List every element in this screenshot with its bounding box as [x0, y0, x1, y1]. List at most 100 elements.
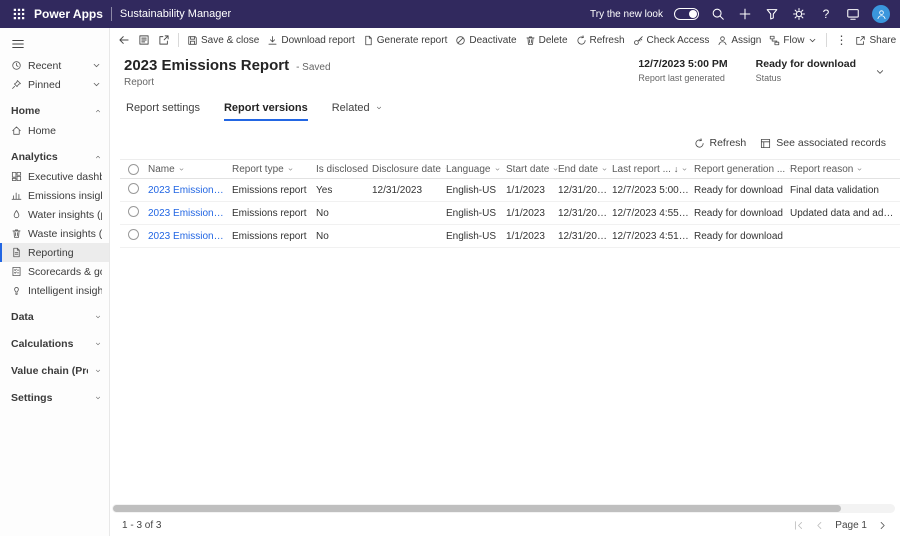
settings-gear-icon[interactable] — [791, 0, 807, 28]
flow-button[interactable]: Flow — [765, 30, 822, 50]
cell-language: English-US — [446, 231, 506, 242]
chevron-down-icon — [94, 394, 102, 402]
account-avatar[interactable] — [872, 5, 890, 23]
sidebar-group-settings[interactable]: Settings — [0, 388, 109, 408]
page-number: Page 1 — [835, 520, 867, 531]
column-label: End date — [558, 164, 598, 175]
status-field: Ready for download Status — [756, 58, 856, 88]
cell-report-reason: Final data validation — [790, 185, 900, 196]
cell-last-report: 12/7/2023 4:55 PM — [612, 208, 694, 219]
column-header-language[interactable]: Language — [446, 164, 506, 175]
button-label: Refresh — [710, 137, 747, 149]
cell-last-report: 12/7/2023 4:51 PM — [612, 231, 694, 242]
tab-report-settings[interactable]: Report settings — [126, 96, 200, 121]
column-header-start-date[interactable]: Start date — [506, 164, 558, 175]
sidebar-item-scorecards-goals[interactable]: Scorecards & goals — [0, 262, 109, 281]
chevron-down-icon — [94, 313, 102, 321]
sidebar-item-intelligent-insights[interactable]: Intelligent insights (p... — [0, 281, 109, 300]
column-label: Language — [446, 164, 491, 175]
table-icon — [760, 138, 771, 149]
select-all-radio[interactable] — [128, 164, 139, 175]
add-icon[interactable] — [737, 0, 753, 28]
open-in-new-window-icon[interactable] — [154, 30, 174, 50]
table-row[interactable]: 2023 Emissions Report Emissions report N… — [120, 225, 900, 248]
save-and-close-button[interactable]: Save & close — [183, 30, 263, 50]
column-header-end-date[interactable]: End date — [558, 164, 612, 175]
scrollbar-thumb[interactable] — [113, 505, 841, 512]
table-row[interactable]: 2023 Emissions Report Emissions report N… — [120, 202, 900, 225]
column-header-last-report[interactable]: Last report ... ↓ — [612, 164, 694, 175]
new-look-toggle[interactable] — [674, 8, 699, 20]
sidebar-item-reporting[interactable]: Reporting — [0, 243, 109, 262]
share-button[interactable]: Share — [851, 30, 900, 50]
button-label: Check Access — [647, 35, 710, 46]
delete-button[interactable]: Delete — [521, 30, 572, 50]
row-select-radio[interactable] — [128, 206, 139, 217]
sidebar-group-data[interactable]: Data — [0, 307, 109, 327]
sidebar-group-value-chain[interactable]: Value chain (Preview) — [0, 361, 109, 381]
person-icon — [717, 35, 728, 46]
sort-descending-icon: ↓ — [674, 164, 679, 174]
sidebar-group-calculations[interactable]: Calculations — [0, 334, 109, 354]
main-content: Save & close Download report Generate re… — [110, 28, 900, 536]
column-label: Report generation ... — [694, 164, 785, 175]
droplet-icon — [11, 209, 22, 220]
more-commands-icon[interactable]: ⋮ — [831, 30, 851, 50]
app-name[interactable]: Power Apps — [34, 7, 103, 21]
header-collapse-chevron-icon[interactable] — [874, 57, 886, 88]
table-row[interactable]: 2023 Emissions Report Emissions report Y… — [120, 179, 900, 202]
button-label: Download report — [281, 35, 354, 46]
sidebar-item-water-insights[interactable]: Water insights (previ... — [0, 205, 109, 224]
refresh-button[interactable]: Refresh — [572, 30, 629, 50]
next-page-icon[interactable] — [877, 520, 888, 531]
display-icon[interactable] — [845, 0, 861, 28]
app-launcher-icon[interactable] — [6, 0, 32, 28]
horizontal-scrollbar[interactable] — [112, 504, 895, 513]
first-page-icon[interactable] — [793, 520, 804, 531]
generate-report-button[interactable]: Generate report — [359, 30, 452, 50]
sidebar-item-emissions-insights[interactable]: Emissions insights — [0, 186, 109, 205]
filter-icon[interactable] — [764, 0, 780, 28]
column-header-is-disclosed[interactable]: Is disclosed — [316, 164, 372, 175]
tab-report-versions[interactable]: Report versions — [224, 96, 308, 121]
grid-refresh-button[interactable]: Refresh — [694, 137, 747, 149]
deactivate-button[interactable]: Deactivate — [451, 30, 520, 50]
row-select-radio[interactable] — [128, 183, 139, 194]
column-header-disclosure-date[interactable]: Disclosure date — [372, 164, 446, 175]
column-header-report-reason[interactable]: Report reason — [790, 164, 900, 175]
column-header-report-type[interactable]: Report type — [232, 164, 316, 175]
column-label: Disclosure date — [372, 164, 441, 175]
column-header-report-generation[interactable]: Report generation ... — [694, 164, 790, 175]
column-header-name[interactable]: Name — [148, 164, 232, 175]
sidebar-item-recent[interactable]: Recent — [0, 56, 109, 75]
assign-button[interactable]: Assign — [713, 30, 765, 50]
previous-page-icon[interactable] — [814, 520, 825, 531]
chart-icon — [11, 190, 22, 201]
tab-related[interactable]: Related — [332, 96, 383, 121]
check-access-button[interactable]: Check Access — [629, 30, 714, 50]
sidebar-group-home[interactable]: Home — [0, 101, 109, 121]
help-icon[interactable]: ? — [818, 0, 834, 28]
form-view-icon[interactable] — [134, 30, 154, 50]
cell-name-link[interactable]: 2023 Emissions Report — [148, 185, 232, 196]
chevron-down-icon — [94, 340, 102, 348]
sidebar-group-label: Value chain (Preview) — [11, 365, 88, 377]
refresh-icon — [694, 138, 705, 149]
cell-name-link[interactable]: 2023 Emissions Report — [148, 208, 232, 219]
row-select-radio[interactable] — [128, 229, 139, 240]
cell-is-disclosed: No — [316, 231, 372, 242]
sidebar-item-pinned[interactable]: Pinned — [0, 75, 109, 94]
last-generated-value: 12/7/2023 5:00 PM — [638, 58, 727, 70]
cell-name-link[interactable]: 2023 Emissions Report — [148, 231, 232, 242]
search-icon[interactable] — [710, 0, 726, 28]
sidebar-item-home[interactable]: Home — [0, 121, 109, 140]
sidebar-group-analytics[interactable]: Analytics — [0, 147, 109, 167]
back-icon[interactable] — [114, 30, 134, 50]
sidebar-item-executive-dashboard[interactable]: Executive dashboard — [0, 167, 109, 186]
sidebar-item-waste-insights[interactable]: Waste insights (previ... — [0, 224, 109, 243]
download-report-button[interactable]: Download report — [263, 30, 358, 50]
sitemap-collapse-icon[interactable] — [0, 32, 109, 56]
button-label: Deactivate — [469, 35, 516, 46]
command-divider — [826, 33, 827, 47]
see-associated-records-button[interactable]: See associated records — [760, 137, 886, 149]
